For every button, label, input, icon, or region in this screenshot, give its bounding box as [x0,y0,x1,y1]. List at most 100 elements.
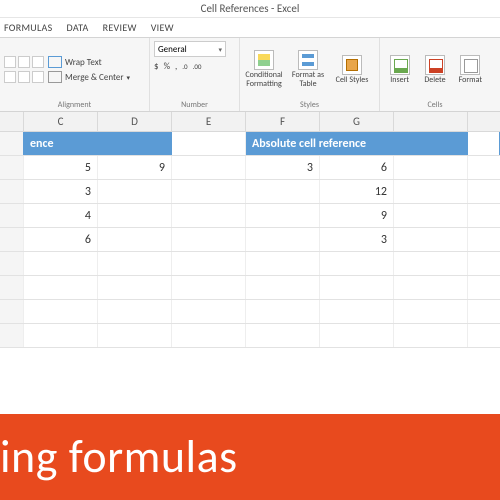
cell[interactable] [246,204,320,227]
cell[interactable]: 9 [320,204,394,227]
cell[interactable]: 9 [98,156,172,179]
cell[interactable] [98,204,172,227]
row-head[interactable] [0,132,24,155]
tab-formulas[interactable]: FORMULAS [4,21,53,34]
cell[interactable] [394,180,468,203]
cell[interactable] [172,132,246,155]
cell[interactable] [320,324,394,347]
decrease-decimal-button[interactable]: .00 [193,62,202,71]
cell[interactable] [0,228,24,251]
percent-button[interactable]: % [164,61,170,72]
cell[interactable]: 4 [24,204,98,227]
cell[interactable]: 6 [24,228,98,251]
tab-data[interactable]: DATA [67,21,89,34]
cell[interactable]: 6 [320,156,394,179]
col-head-blank[interactable] [0,112,24,131]
cell[interactable] [98,276,172,299]
cell[interactable] [172,276,246,299]
cell[interactable] [98,180,172,203]
comma-button[interactable]: , [175,61,177,72]
insert-button[interactable]: Insert [384,55,415,85]
cell[interactable] [0,300,24,323]
cell[interactable] [24,276,98,299]
column-headers: C D E F G [0,112,500,132]
table-row [0,324,500,348]
table-row: 49 [0,204,500,228]
cell-styles-button[interactable]: Cell Styles [332,55,372,85]
cell[interactable]: 3 [320,228,394,251]
cell[interactable] [394,252,468,275]
cell[interactable] [320,252,394,275]
table-row [0,300,500,324]
cell[interactable] [98,324,172,347]
cell[interactable] [0,252,24,275]
cell[interactable] [172,204,246,227]
cell[interactable] [0,324,24,347]
table-row: 3 12 [0,180,500,204]
table-icon [298,50,318,70]
cell[interactable] [24,252,98,275]
col-head-g[interactable]: G [320,112,394,131]
col-head-extra[interactable] [394,112,468,131]
cell[interactable] [320,300,394,323]
cell[interactable] [246,300,320,323]
cell[interactable] [394,300,468,323]
cell[interactable] [172,228,246,251]
header-row: ence Absolute cell reference [0,132,500,156]
table-row [0,276,500,300]
delete-icon [425,55,445,75]
cell[interactable] [246,276,320,299]
delete-button[interactable]: Delete [419,55,450,85]
cell[interactable] [98,228,172,251]
cell[interactable]: 3 [24,180,98,203]
cell[interactable]: 5 [24,156,98,179]
cell[interactable] [394,276,468,299]
cell[interactable] [98,300,172,323]
col-head-f[interactable]: F [246,112,320,131]
cell[interactable] [24,324,98,347]
cell[interactable] [394,204,468,227]
cell[interactable] [172,300,246,323]
cell[interactable] [172,156,246,179]
cell[interactable] [24,300,98,323]
cell[interactable] [394,156,468,179]
increase-decimal-button[interactable]: .0 [182,62,187,71]
cell[interactable] [172,180,246,203]
conditional-formatting-button[interactable]: Conditional Formatting [244,50,284,89]
cell[interactable] [246,324,320,347]
cell[interactable] [468,132,500,155]
conditional-icon [254,50,274,70]
cell[interactable]: 3 [246,156,320,179]
format-as-table-button[interactable]: Format as Table [288,50,328,89]
cell[interactable] [0,180,24,203]
currency-button[interactable]: $ [154,61,159,72]
cell[interactable] [246,252,320,275]
cell[interactable] [394,228,468,251]
cell[interactable] [98,132,172,155]
format-button[interactable]: Format [455,55,486,85]
col-head-d[interactable]: D [98,112,172,131]
cell[interactable] [0,276,24,299]
cell[interactable] [246,228,320,251]
cell[interactable] [320,276,394,299]
cell[interactable] [172,252,246,275]
group-number: General ▾ $ % , .0 .00 Number [150,38,240,111]
tab-view[interactable]: VIEW [151,21,174,34]
tab-review[interactable]: REVIEW [103,21,137,34]
cell[interactable] [0,204,24,227]
header-right[interactable]: Absolute cell reference [246,132,468,155]
number-format-dropdown[interactable]: General ▾ [154,41,226,57]
cell[interactable] [98,252,172,275]
col-head-c[interactable]: C [24,112,98,131]
merge-center-button[interactable]: Merge & Center ▾ [48,71,130,83]
cell[interactable] [0,156,24,179]
col-head-e[interactable]: E [172,112,246,131]
header-left[interactable]: ence [24,132,98,155]
cell[interactable] [394,324,468,347]
cell[interactable] [246,180,320,203]
chevron-down-icon: ▾ [127,73,131,82]
cell[interactable] [172,324,246,347]
cell[interactable]: 12 [320,180,394,203]
wrap-text-button[interactable]: Wrap Text [48,56,130,68]
group-styles: Conditional Formatting Format as Table C… [240,38,380,111]
